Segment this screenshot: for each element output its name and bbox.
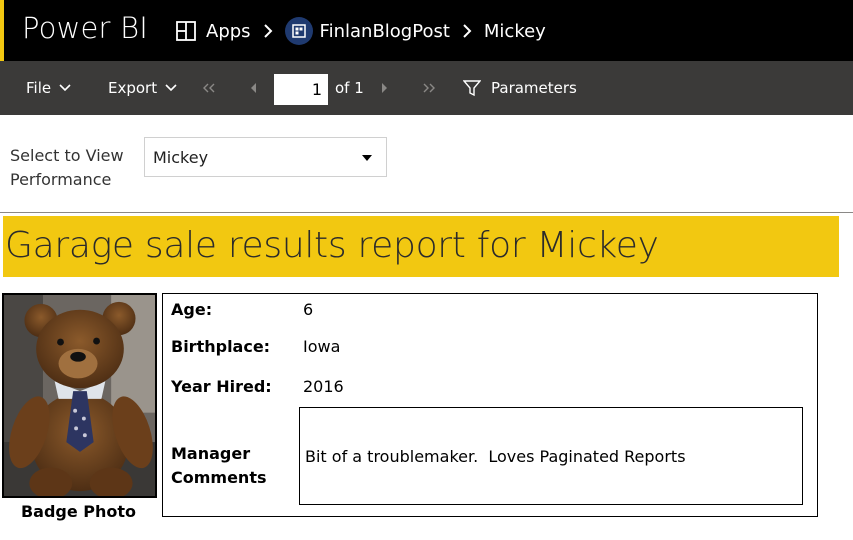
chevron-right-icon: [462, 23, 472, 39]
export-menu-label: Export: [108, 79, 158, 97]
breadcrumb: Apps FinlanBlogPost Mickey: [176, 14, 546, 48]
manager-comments-value: Bit of a troublemaker. Loves Paginated R…: [305, 446, 686, 466]
last-page-button[interactable]: [421, 61, 437, 115]
parameter-divider: [0, 212, 853, 213]
manager-comments-box: Bit of a troublemaker. Loves Paginated R…: [299, 407, 803, 505]
report-toolbar: File Export of 1 Parameters: [0, 61, 853, 115]
export-menu-button[interactable]: Export: [108, 61, 178, 115]
photo-caption: Badge Photo: [20, 502, 137, 521]
page-number-input[interactable]: [274, 74, 328, 105]
next-page-button[interactable]: [381, 61, 389, 115]
breadcrumb-report: Mickey: [483, 20, 546, 42]
previous-page-button[interactable]: [249, 61, 257, 115]
teddy-bear-image: [4, 295, 155, 496]
birthplace-label: Birthplace:: [171, 337, 271, 356]
last-page-icon: [423, 83, 435, 93]
report-title: Garage sale results report for Mickey: [5, 225, 659, 266]
caret-down-icon: [362, 155, 372, 161]
parameters-label: Parameters: [491, 79, 577, 97]
parameters-button[interactable]: Parameters: [463, 61, 577, 115]
manager-comments-label-line2: Comments: [171, 468, 267, 487]
app-brand[interactable]: Power BI: [22, 11, 148, 45]
chevron-down-icon: [165, 84, 177, 92]
workspace-icon: [284, 17, 313, 45]
first-page-icon: [203, 83, 215, 93]
file-menu-button[interactable]: File: [26, 61, 72, 115]
year-hired-value: 2016: [303, 377, 344, 396]
manager-comments-label: Manager Comments: [171, 442, 267, 490]
breadcrumb-workspace[interactable]: FinlanBlogPost: [320, 21, 450, 42]
first-page-button[interactable]: [201, 61, 217, 115]
file-menu-label: File: [26, 79, 52, 97]
chevron-right-icon: [263, 23, 273, 39]
badge-photo: [2, 293, 157, 498]
age-label: Age:: [171, 300, 213, 319]
previous-page-icon: [251, 83, 256, 93]
birthplace-value: Iowa: [303, 337, 341, 356]
parameter-label: Select to View Performance: [10, 146, 124, 189]
apps-icon[interactable]: [176, 21, 196, 41]
manager-comments-label-line1: Manager: [171, 444, 251, 463]
breadcrumb-apps[interactable]: Apps: [206, 21, 251, 42]
app-header: Power BI Apps FinlanBlogPost Mickey: [0, 0, 853, 61]
next-page-icon: [382, 83, 387, 93]
employee-select[interactable]: Mickey: [144, 137, 387, 177]
header-accent-bar: [0, 0, 4, 61]
chevron-down-icon: [59, 84, 71, 92]
employee-select-value: Mickey: [153, 147, 209, 167]
year-hired-label: Year Hired:: [171, 377, 272, 396]
page-count-label: of 1: [335, 79, 364, 97]
age-value: 6: [303, 300, 314, 319]
filter-icon: [463, 80, 481, 97]
